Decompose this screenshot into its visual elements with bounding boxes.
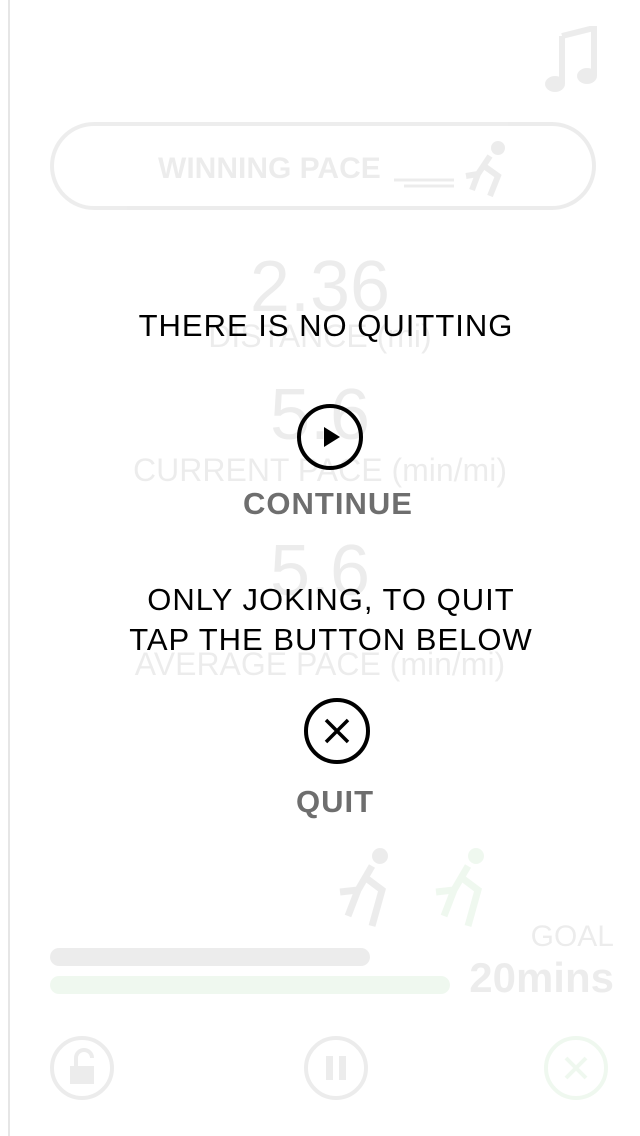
unlock-button bbox=[50, 1036, 114, 1100]
continue-button[interactable] bbox=[297, 404, 363, 470]
overlay-title: THERE IS NO QUITTING bbox=[138, 308, 514, 343]
progress-bar-pace bbox=[50, 976, 450, 994]
runner-icon bbox=[394, 141, 505, 198]
quit-message-line2: TAP THE BUTTON BELOW bbox=[129, 622, 533, 657]
close-icon bbox=[564, 1056, 588, 1080]
pause-button bbox=[304, 1036, 368, 1100]
background-run-screen: WINNING PACE 2.36 DISTANCE (mi) 5.6 CURR… bbox=[0, 0, 640, 1136]
play-icon bbox=[324, 427, 340, 447]
winning-pace-pill: WINNING PACE bbox=[50, 122, 596, 210]
stop-button bbox=[544, 1036, 608, 1100]
continue-label[interactable]: CONTINUE bbox=[8, 486, 640, 522]
progress-bar-you bbox=[50, 948, 370, 966]
quit-message-line1: ONLY JOKING, TO QUIT bbox=[147, 582, 515, 617]
quit-button[interactable] bbox=[304, 698, 370, 764]
goal-value: 20mins bbox=[469, 954, 614, 1001]
close-icon bbox=[324, 718, 350, 744]
unlock-icon bbox=[70, 1048, 94, 1084]
winning-pace-label: WINNING PACE bbox=[158, 152, 381, 185]
quit-label[interactable]: QUIT bbox=[15, 784, 640, 820]
runners-icon bbox=[339, 848, 484, 927]
goal-label: GOAL bbox=[530, 920, 614, 953]
music-note-icon bbox=[545, 26, 597, 92]
pause-icon bbox=[326, 1056, 346, 1080]
